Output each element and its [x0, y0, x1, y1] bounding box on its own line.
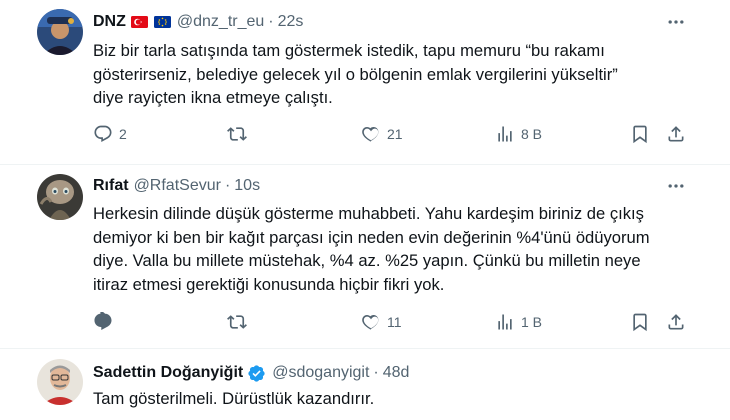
reply-button[interactable] — [93, 310, 119, 334]
tweet-text-line: Tam gösterilmeli. Dürüstlük kazandırır. — [93, 389, 375, 408]
repost-icon — [227, 127, 247, 141]
separator-dot: · — [268, 13, 274, 30]
turkey-flag-icon — [130, 16, 148, 28]
action-bar: 11 1 B — [93, 310, 693, 334]
share-button[interactable] — [666, 310, 686, 334]
analytics-icon — [498, 314, 512, 330]
repost-button[interactable] — [227, 310, 253, 334]
avatar[interactable] — [37, 359, 83, 405]
reply-button[interactable]: 2 — [93, 122, 127, 146]
views-button[interactable]: 8 B — [495, 122, 542, 146]
timestamp[interactable]: 48d — [383, 363, 410, 383]
share-button[interactable] — [666, 122, 686, 146]
tweet-2[interactable]: Rıfat @RfatSevur · 10s Herkesin dilinde … — [0, 165, 730, 345]
views-button[interactable]: 1 B — [495, 310, 542, 334]
bookmark-button[interactable] — [630, 310, 650, 334]
view-count: 8 B — [521, 126, 543, 142]
reply-icon — [94, 312, 112, 331]
tweet-text-line: Herkesin dilinde düşük gösterme muhabbet… — [93, 204, 644, 223]
action-bar: 2 21 8 B — [93, 122, 693, 146]
more-options-icon[interactable] — [665, 12, 687, 32]
avatar[interactable] — [37, 174, 83, 220]
timestamp[interactable]: 22s — [278, 12, 304, 32]
bookmark-icon — [633, 313, 647, 332]
tweet-text: Biz bir tarla satışında tam göstermek is… — [93, 39, 693, 110]
separator-dot: · — [373, 364, 379, 381]
tweet-header: Sadettin Doğanyiğit @sdoganyigit · 48d — [93, 363, 409, 383]
tweet-header: Rıfat @RfatSevur · 10s — [93, 176, 260, 196]
bookmark-button[interactable] — [630, 122, 650, 146]
repost-button[interactable] — [227, 122, 253, 146]
tweet-1[interactable]: DNZ @dnz_tr_eu · 22s Biz bir tarla satış… — [0, 0, 730, 160]
display-name[interactable]: Sadettin Doğanyiğit — [93, 363, 243, 383]
tweet-text: Tam gösterilmeli. Dürüstlük kazandırır. — [93, 387, 693, 411]
view-count: 1 B — [521, 314, 543, 330]
analytics-icon — [498, 126, 512, 142]
like-button[interactable]: 21 — [361, 122, 403, 146]
eu-flag-icon — [153, 16, 171, 28]
separator-dot: · — [224, 177, 231, 194]
avatar[interactable] — [37, 9, 83, 55]
tweet-text-line: gösterirseniz, belediye gelecek yıl o bö… — [93, 64, 618, 84]
like-count: 11 — [387, 314, 402, 330]
tweet-text-line: itiraz etmesi gerektiği konusunda hiçbir… — [93, 274, 445, 294]
user-handle[interactable]: @dnz_tr_eu — [177, 12, 264, 32]
heart-icon — [362, 126, 379, 142]
repost-icon — [227, 315, 247, 329]
verified-badge-icon — [247, 364, 266, 383]
display-name[interactable]: DNZ — [93, 12, 126, 32]
tweet-text-line: diye rayiçten ikna etmeye çalıştı. — [93, 88, 333, 107]
like-count: 21 — [387, 126, 403, 142]
tweet-text: Herkesin dilinde düşük gösterme muhabbet… — [93, 202, 693, 296]
timestamp[interactable]: 10s — [234, 176, 260, 196]
share-icon — [668, 126, 684, 142]
reply-count: 2 — [119, 126, 127, 142]
tweet-text-line: demiyor ki ben bir kağıt parçası için ne… — [93, 227, 650, 247]
display-name[interactable]: Rıfat — [93, 176, 129, 196]
more-options-icon[interactable] — [665, 176, 687, 196]
bookmark-icon — [633, 125, 647, 144]
tweet-header: DNZ @dnz_tr_eu · 22s — [93, 12, 303, 32]
tweet-text-line: diye. Valla bu millete müstehak, %4 az. … — [93, 251, 641, 270]
user-handle[interactable]: @sdoganyigit — [272, 363, 369, 383]
share-icon — [668, 314, 684, 330]
reply-icon — [94, 125, 112, 143]
heart-icon — [362, 314, 379, 330]
tweet-text-line: Biz bir tarla satışında tam göstermek is… — [93, 41, 605, 60]
like-button[interactable]: 11 — [361, 310, 402, 334]
user-handle[interactable]: @RfatSevur — [134, 176, 221, 196]
tweet-3[interactable]: Sadettin Doğanyiğit @sdoganyigit · 48d T… — [0, 349, 730, 420]
